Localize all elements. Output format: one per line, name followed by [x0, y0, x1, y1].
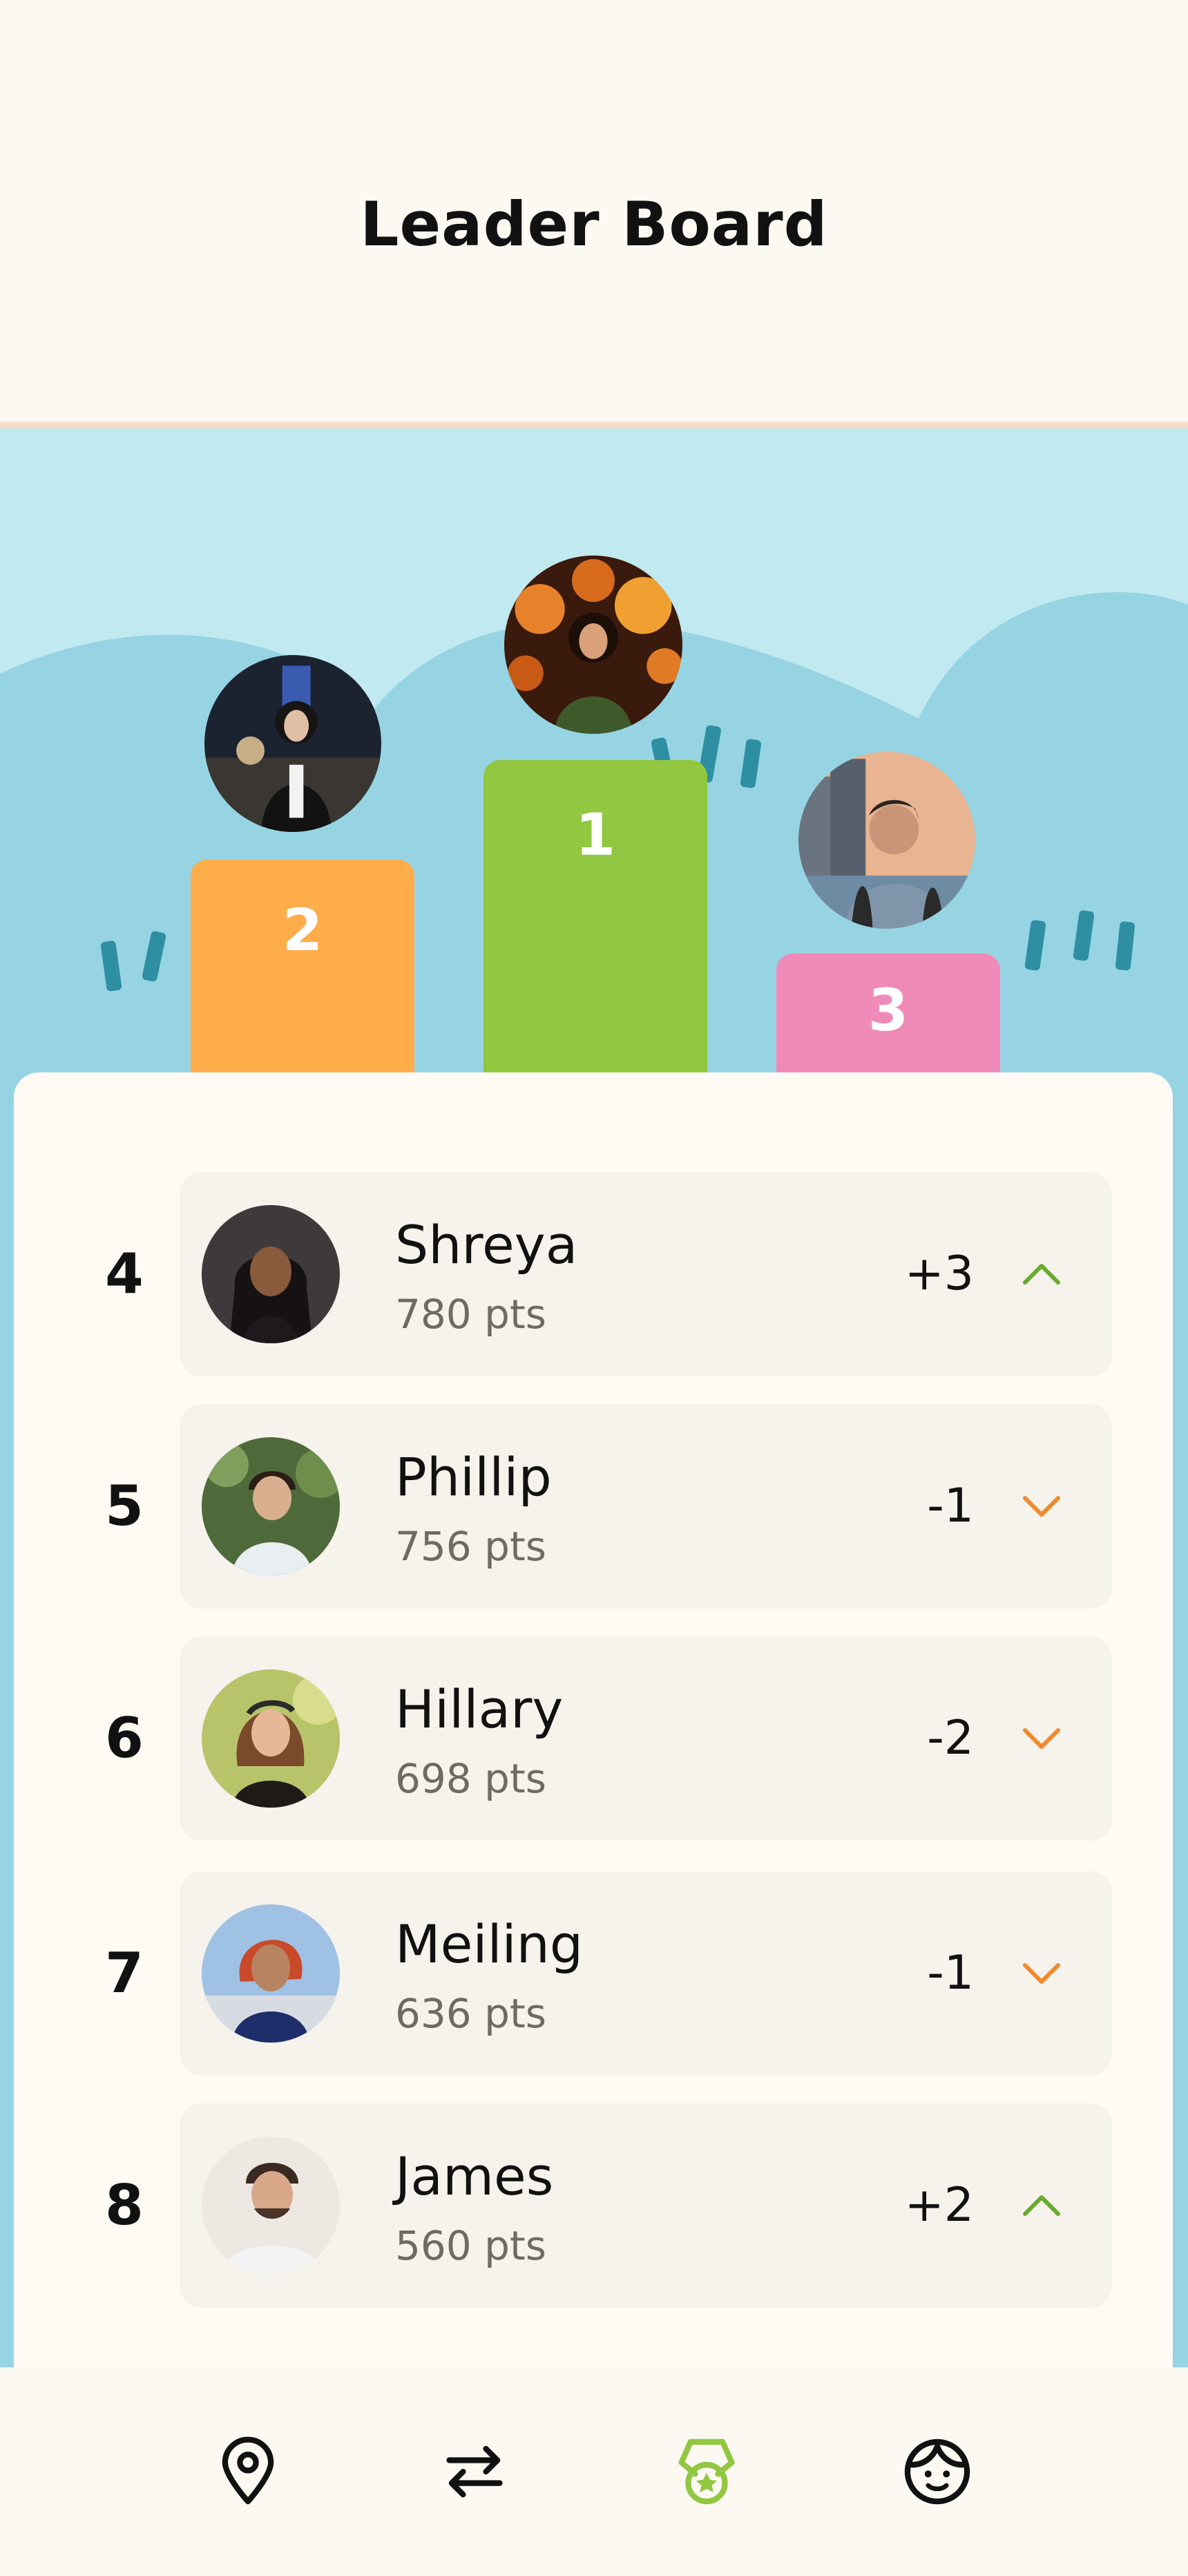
user-name: Hillary — [395, 1678, 564, 1740]
medal-icon — [678, 2438, 735, 2505]
profile-face-icon — [904, 2438, 970, 2505]
rank-change: +3 — [904, 1247, 974, 1301]
row-card[interactable]: Phillip 756 pts -1 — [180, 1404, 1112, 1609]
podium-second-rank: 2 — [282, 896, 323, 964]
chevron-up-icon — [1023, 1264, 1060, 1285]
podium-first: 1 — [483, 760, 707, 1078]
user-points: 756 pts — [395, 1523, 546, 1570]
user-avatar — [202, 1904, 340, 2043]
leaderboard-card: 4 Shreya 780 pts +3 5 Phillip 756 pts -1… — [14, 1072, 1173, 2576]
nav-leaderboard[interactable] — [670, 2435, 743, 2508]
chevron-up-icon — [1023, 2195, 1060, 2216]
rank-change: -2 — [927, 1711, 974, 1765]
chevron-down-icon — [1023, 1728, 1060, 1749]
header: Leader Board — [0, 0, 1188, 428]
location-pin-icon — [222, 2436, 274, 2505]
user-avatar — [202, 2137, 340, 2275]
bottom-nav — [0, 2367, 1188, 2576]
row-rank: 8 — [105, 2173, 144, 2237]
row-card[interactable]: James 560 pts +2 — [180, 2103, 1112, 2308]
leaderboard-row[interactable]: 4 Shreya 780 pts +3 — [14, 1172, 1173, 1376]
third-place-avatar[interactable] — [798, 752, 975, 929]
user-name: Shreya — [395, 1214, 578, 1276]
rank-change: +2 — [904, 2178, 974, 2233]
page-title: Leader Board — [360, 189, 828, 260]
first-place-avatar[interactable] — [504, 556, 682, 734]
second-place-avatar[interactable] — [204, 655, 381, 832]
leaderboard-row[interactable]: 6 Hillary 698 pts -2 — [14, 1636, 1173, 1841]
row-rank: 5 — [105, 1474, 144, 1538]
user-points: 698 pts — [395, 1755, 546, 1802]
row-card[interactable]: Hillary 698 pts -2 — [180, 1636, 1112, 1841]
leaderboard-row[interactable]: 7 Meiling 636 pts -1 — [14, 1871, 1173, 2076]
user-points: 560 pts — [395, 2222, 546, 2269]
leaderboard-row[interactable]: 5 Phillip 756 pts -1 — [14, 1404, 1173, 1609]
nav-map[interactable] — [211, 2435, 285, 2508]
user-avatar — [202, 1205, 340, 1343]
nav-exchange[interactable] — [438, 2435, 511, 2508]
user-avatar — [202, 1669, 340, 1808]
podium-third: 3 — [776, 954, 1000, 1078]
row-rank: 6 — [105, 1706, 144, 1770]
rank-change: -1 — [927, 1946, 974, 2000]
podium-first-rank: 1 — [575, 801, 616, 869]
user-points: 780 pts — [395, 1291, 546, 1338]
user-name: Meiling — [395, 1913, 584, 1975]
chevron-down-icon — [1023, 1496, 1060, 1517]
row-card[interactable]: Shreya 780 pts +3 — [180, 1172, 1112, 1376]
swap-arrows-icon — [446, 2445, 503, 2498]
row-rank: 4 — [105, 1242, 144, 1306]
user-avatar — [202, 1437, 340, 1575]
podium-third-rank: 3 — [868, 976, 909, 1044]
nav-profile[interactable] — [901, 2435, 974, 2508]
user-name: Phillip — [395, 1446, 552, 1508]
podium-second: 2 — [191, 860, 414, 1078]
user-points: 636 pts — [395, 1990, 546, 2037]
leaderboard-row[interactable]: 8 James 560 pts +2 — [14, 2103, 1173, 2308]
rank-change: -1 — [927, 1479, 974, 1533]
user-name: James — [395, 2146, 554, 2207]
chevron-down-icon — [1023, 1963, 1060, 1984]
row-card[interactable]: Meiling 636 pts -1 — [180, 1871, 1112, 2076]
row-rank: 7 — [105, 1941, 144, 2005]
